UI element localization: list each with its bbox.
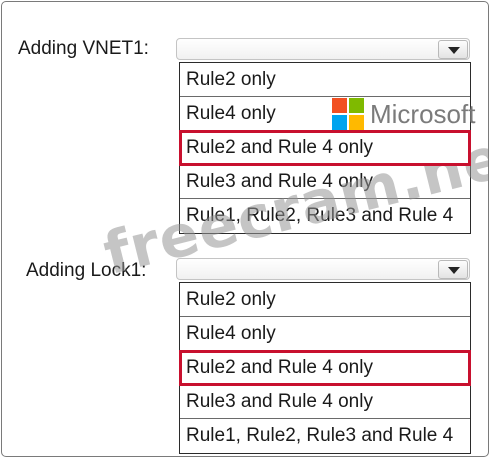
lock1-option-rule2-only[interactable]: Rule2 only [180, 283, 470, 317]
question-frame: Adding VNET1: Rule2 only Rule4 only Rule… [1, 1, 489, 457]
vnet1-option-rule2-rule4-selected[interactable]: Rule2 and Rule 4 only [179, 130, 471, 166]
vnet1-options-list: Rule2 only Rule4 only Rule2 and Rule 4 o… [179, 62, 471, 234]
chevron-down-icon [448, 267, 460, 274]
lock1-label: Adding Lock1: [26, 260, 147, 281]
chevron-down-icon [448, 47, 460, 54]
lock1-dropdown[interactable] [176, 258, 470, 280]
vnet1-label: Adding VNET1: [18, 38, 149, 59]
microsoft-logo-text: Microsoft [370, 99, 476, 129]
lock1-dropdown-button[interactable] [438, 260, 468, 279]
lock1-option-rule2-rule4-selected[interactable]: Rule2 and Rule 4 only [179, 350, 471, 386]
lock1-options-list: Rule2 only Rule4 only Rule2 and Rule 4 o… [179, 282, 471, 454]
lock1-option-all-rules[interactable]: Rule1, Rule2, Rule3 and Rule 4 [180, 419, 470, 453]
vnet1-dropdown[interactable] [176, 38, 470, 60]
microsoft-logo: Microsoft [332, 98, 488, 132]
lock1-option-rule4-only[interactable]: Rule4 only [180, 317, 470, 351]
vnet1-option-rule2-only[interactable]: Rule2 only [180, 63, 470, 97]
vnet1-dropdown-button[interactable] [438, 40, 468, 59]
lock1-option-rule3-rule4[interactable]: Rule3 and Rule 4 only [180, 385, 470, 419]
vnet1-option-all-rules[interactable]: Rule1, Rule2, Rule3 and Rule 4 [180, 199, 470, 233]
windows-logo-icon [332, 98, 366, 130]
vnet1-option-rule3-rule4[interactable]: Rule3 and Rule 4 only [180, 165, 470, 199]
